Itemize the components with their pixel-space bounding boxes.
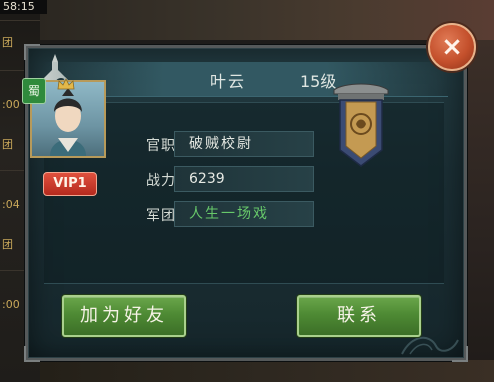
- side-label: 团: [2, 138, 13, 151]
- side-label: :00: [2, 98, 20, 111]
- side-label: 团: [2, 36, 13, 49]
- add-friend-button[interactable]: 加为好友: [62, 295, 186, 337]
- legion-banner-icon[interactable]: [330, 80, 392, 170]
- close-icon: ×: [441, 32, 463, 62]
- field-value-power: 6239: [174, 166, 314, 192]
- crown-icon: [57, 78, 75, 90]
- player-name: 叶云: [209, 72, 246, 91]
- side-label: :00: [2, 298, 20, 311]
- vip-badge: VIP1: [43, 172, 97, 196]
- background-scene-bottom: [40, 360, 494, 382]
- countdown-timer: 58:15: [0, 0, 47, 14]
- side-label: :04: [2, 198, 20, 211]
- field-value-title: 破贼校尉: [174, 131, 314, 157]
- background-scene-top: [40, 0, 494, 40]
- field-value-legion: 人生一场戏: [174, 201, 314, 227]
- side-label: 团: [2, 238, 13, 251]
- close-button[interactable]: ×: [428, 23, 476, 71]
- contact-button[interactable]: 联系: [297, 295, 421, 337]
- faction-badge: 蜀: [22, 78, 46, 104]
